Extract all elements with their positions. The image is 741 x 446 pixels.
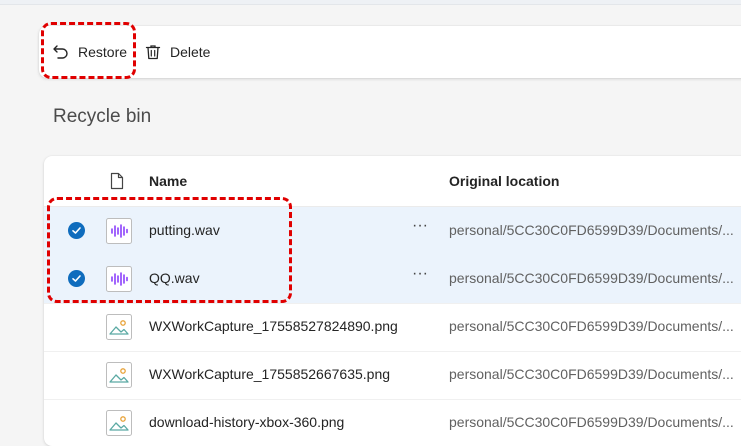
column-header-original-location[interactable]: Original location [449,173,559,189]
restore-button[interactable]: Restore [52,26,127,78]
checkmark-circle-icon[interactable] [68,270,85,287]
file-list: Name Original location putting.wav ··· p… [44,156,741,446]
file-name[interactable]: putting.wav [149,222,220,238]
original-location: personal/5CC30C0FD6599D39/Documents/... [449,414,734,430]
page-title: Recycle bin [53,106,152,127]
top-strip [0,0,741,5]
more-options-icon[interactable]: ··· [412,217,428,235]
original-location: personal/5CC30C0FD6599D39/Documents/... [449,318,734,334]
command-bar: Restore Delete [39,26,741,78]
restore-label: Restore [78,44,128,60]
audio-file-icon [106,266,132,292]
original-location: personal/5CC30C0FD6599D39/Documents/... [449,366,734,382]
more-options-icon[interactable]: ··· [412,265,428,283]
image-file-icon [106,410,132,436]
trash-icon [144,43,162,61]
checkmark-circle-icon[interactable] [68,222,85,239]
file-name[interactable]: QQ.wav [149,270,200,286]
image-file-icon [106,362,132,388]
table-row[interactable]: WXWorkCapture_1755852667635.png personal… [44,351,741,400]
column-header-name[interactable]: Name [149,173,187,189]
table-row[interactable]: QQ.wav ··· personal/5CC30C0FD6599D39/Doc… [44,255,741,304]
file-name[interactable]: WXWorkCapture_17558527824890.png [149,318,398,334]
image-file-icon [106,314,132,340]
original-location: personal/5CC30C0FD6599D39/Documents/... [449,270,734,286]
delete-label: Delete [170,44,211,60]
list-header: Name Original location [44,156,741,207]
file-name[interactable]: WXWorkCapture_1755852667635.png [149,366,390,382]
table-row[interactable]: putting.wav ··· personal/5CC30C0FD6599D3… [44,207,741,256]
table-row[interactable]: download-history-xbox-360.png personal/5… [44,399,741,446]
file-icon [109,172,125,195]
audio-file-icon [106,218,132,244]
undo-arrow-icon [52,43,70,61]
table-row[interactable]: WXWorkCapture_17558527824890.png persona… [44,303,741,352]
file-name[interactable]: download-history-xbox-360.png [149,414,344,430]
delete-button[interactable]: Delete [144,26,210,78]
original-location: personal/5CC30C0FD6599D39/Documents/... [449,222,734,238]
